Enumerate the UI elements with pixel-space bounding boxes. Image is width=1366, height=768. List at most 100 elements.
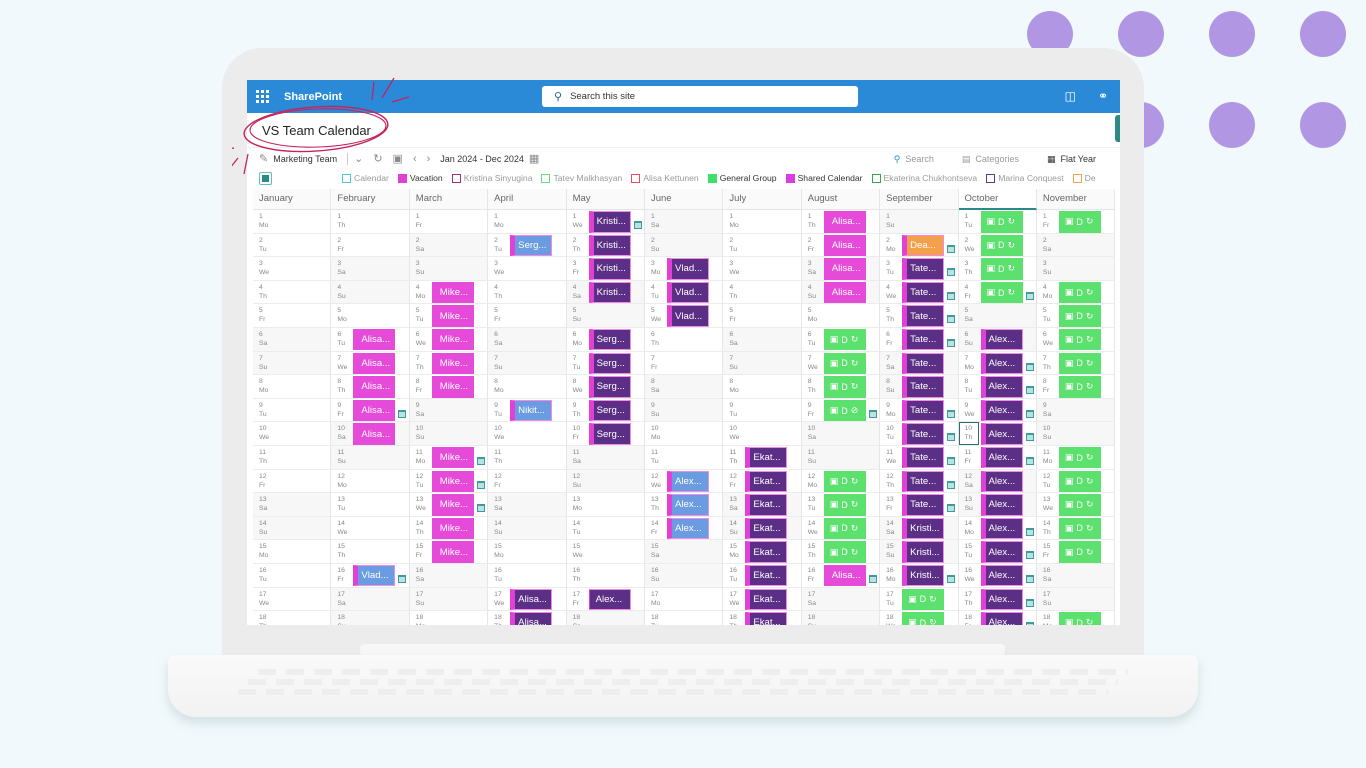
day-cell[interactable]: 10 Fr Serg... bbox=[566, 422, 645, 446]
day-cell[interactable]: 17 Su bbox=[1036, 587, 1116, 612]
calendar-icon[interactable] bbox=[398, 574, 407, 583]
day-cell[interactable]: 13 Tu ▣ D ↻ bbox=[801, 493, 881, 517]
day-cell[interactable]: 13 Sa bbox=[253, 493, 332, 517]
day-cell[interactable]: 8 Th Alisa... bbox=[331, 375, 410, 399]
day-cell[interactable]: 6 Sa bbox=[723, 327, 802, 352]
day-cell[interactable]: 1 Tu ▣ D ↻ bbox=[958, 210, 1037, 234]
day-cell[interactable]: 9 Tu Nikit... bbox=[488, 398, 567, 423]
day-cell[interactable]: 2 Tu bbox=[723, 233, 802, 258]
day-cell[interactable]: 1 Mo bbox=[488, 210, 567, 234]
day-cell[interactable]: 1 We Kristi... bbox=[566, 210, 645, 234]
next-icon[interactable]: › bbox=[427, 153, 431, 165]
refresh-icon[interactable]: ↻ bbox=[373, 152, 382, 165]
day-cell[interactable]: 9 Su bbox=[644, 398, 724, 423]
day-cell[interactable]: 5 Mo bbox=[331, 304, 410, 328]
day-cell[interactable]: 15 Th bbox=[331, 540, 410, 564]
day-cell[interactable]: 8 Fr Mike... bbox=[409, 375, 489, 399]
calendar-event[interactable]: Ekat... bbox=[745, 588, 788, 610]
day-cell[interactable]: 6 Sa bbox=[253, 327, 332, 352]
calendar-event[interactable]: Alisa... bbox=[823, 234, 866, 257]
calendar-event[interactable]: Tate... bbox=[902, 423, 945, 445]
calendar-icon[interactable] bbox=[947, 291, 956, 300]
calendar-event[interactable]: Alex... bbox=[588, 588, 631, 610]
day-cell[interactable]: 2 Fr bbox=[331, 233, 410, 258]
calendar-event[interactable]: Mike... bbox=[431, 305, 474, 327]
day-cell[interactable]: 6 Mo Serg... bbox=[566, 327, 645, 352]
month-header[interactable]: July bbox=[723, 189, 802, 210]
day-cell[interactable]: 9 Mo Tate... bbox=[880, 398, 959, 423]
month-header[interactable]: September bbox=[880, 189, 959, 210]
categories-button[interactable]: ▤ Categories bbox=[962, 154, 1019, 165]
calendar-event[interactable]: Alisa... bbox=[353, 399, 396, 422]
day-cell[interactable]: 7 Tu Serg... bbox=[566, 351, 645, 376]
day-cell[interactable]: 5 Mo bbox=[801, 304, 881, 328]
group-event[interactable]: ▣ D ↻ bbox=[980, 234, 1023, 257]
day-cell[interactable]: 3 Su bbox=[409, 257, 489, 281]
calendar-icon[interactable] bbox=[1025, 291, 1034, 300]
group-event[interactable]: ▣ D ↻ bbox=[823, 541, 866, 563]
prev-icon[interactable]: ‹ bbox=[413, 153, 417, 165]
day-cell[interactable]: 4 Fr ▣ D ↻ bbox=[958, 280, 1037, 305]
calendar-icon[interactable] bbox=[1025, 362, 1034, 371]
day-cell[interactable]: 15 Th ▣ D ↻ bbox=[801, 540, 881, 564]
app-name[interactable]: SharePoint bbox=[284, 91, 342, 103]
day-cell[interactable]: 3 Fr Kristi... bbox=[566, 257, 645, 281]
day-cell[interactable]: 9 We Alex... bbox=[958, 398, 1037, 423]
calendar-event[interactable]: Alex... bbox=[980, 376, 1023, 398]
calendar-event[interactable]: Alisa... bbox=[353, 376, 396, 398]
day-cell[interactable]: 13 Mo bbox=[566, 493, 645, 517]
day-cell[interactable]: 15 Su Kristi... bbox=[880, 540, 959, 564]
share-icon[interactable]: ⚭ bbox=[1098, 89, 1108, 103]
day-cell[interactable]: 3 Mo Vlad... bbox=[644, 257, 724, 281]
day-cell[interactable]: 17 Tu ▣ D ↻ bbox=[880, 587, 959, 612]
day-cell[interactable]: 8 Th ▣ D ↻ bbox=[801, 375, 881, 399]
day-cell[interactable]: 11 Th bbox=[253, 445, 332, 470]
day-cell[interactable]: 6 Fr Tate... bbox=[880, 327, 959, 352]
calendar-event[interactable]: Mike... bbox=[431, 541, 474, 563]
day-cell[interactable]: 17 Sa bbox=[331, 587, 410, 612]
legend-item[interactable]: Tatev Malkhasyan bbox=[541, 173, 622, 183]
day-cell[interactable]: 14 Sa Kristi... bbox=[880, 516, 959, 541]
day-cell[interactable]: 11 Th bbox=[488, 445, 567, 470]
group-event[interactable]: ▣ D ↻ bbox=[1058, 470, 1101, 493]
calendar-event[interactable]: Tate... bbox=[902, 399, 945, 422]
calendar-event[interactable]: Alisa... bbox=[823, 211, 866, 233]
day-cell[interactable]: 14 Mo Alex... bbox=[958, 516, 1037, 541]
month-header[interactable]: March bbox=[409, 189, 489, 210]
calendar-event[interactable]: Mike... bbox=[431, 517, 474, 540]
day-cell[interactable]: 7 Sa Tate... bbox=[880, 351, 959, 376]
month-header[interactable]: April bbox=[488, 189, 567, 210]
day-cell[interactable]: 1 Fr ▣ D ↻ bbox=[1036, 210, 1116, 234]
calendar-icon[interactable] bbox=[947, 409, 956, 418]
month-header[interactable]: May bbox=[566, 189, 645, 210]
day-cell[interactable]: 16 Su bbox=[644, 563, 724, 588]
day-cell[interactable]: 4 Th bbox=[723, 280, 802, 305]
calendar-event[interactable]: Alisa... bbox=[823, 281, 866, 304]
day-cell[interactable]: 18Su bbox=[331, 611, 410, 625]
megaphone-icon[interactable]: ◫ bbox=[1065, 89, 1076, 103]
day-cell[interactable]: 7 Mo Alex... bbox=[958, 351, 1037, 376]
day-cell[interactable]: 9 Fr ▣ D ⊘ bbox=[801, 398, 881, 423]
day-cell[interactable]: 1 Mo bbox=[723, 210, 802, 234]
day-cell[interactable]: 2 Sa bbox=[409, 233, 489, 258]
day-cell[interactable]: 15 Tu Alex... bbox=[958, 540, 1037, 564]
day-cell[interactable]: 11 Su bbox=[331, 445, 410, 470]
group-event[interactable]: ▣ D ↻ bbox=[823, 470, 866, 493]
day-cell[interactable]: 6 Tu Alisa... bbox=[331, 327, 410, 352]
calendar-event[interactable]: Alisa... bbox=[823, 564, 866, 587]
calendar-icon[interactable] bbox=[947, 315, 956, 324]
calendar-icon[interactable] bbox=[1025, 574, 1034, 583]
legend-item[interactable]: Marina Conquest bbox=[986, 173, 1064, 183]
day-cell[interactable]: 14 Su bbox=[488, 516, 567, 541]
day-cell[interactable]: 17 Fr Alex... bbox=[566, 587, 645, 612]
day-cell[interactable]: 7 Su bbox=[253, 351, 332, 376]
calendar-event[interactable]: Tate... bbox=[902, 305, 945, 327]
calendar-event[interactable]: Alex... bbox=[980, 588, 1023, 610]
day-cell[interactable]: 11 Su bbox=[801, 445, 881, 470]
day-cell[interactable]: 8 Fr ▣ D ↻ bbox=[1036, 375, 1116, 399]
calendar-icon[interactable] bbox=[1025, 409, 1034, 418]
day-cell[interactable]: 7 We ▣ D ↻ bbox=[801, 351, 881, 376]
legend-item[interactable]: Alisa Kettunen bbox=[631, 173, 699, 183]
day-cell[interactable]: 16 Tu bbox=[253, 563, 332, 588]
side-panel-tab[interactable] bbox=[1115, 115, 1120, 142]
